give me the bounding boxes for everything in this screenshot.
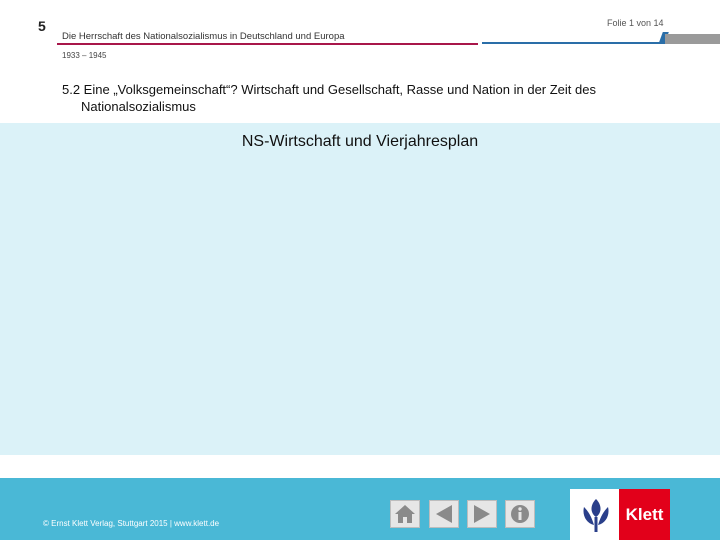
chapter-title-bar: Die Herrschaft des Nationalsozialismus i…: [57, 26, 478, 45]
section-heading-line-2: Nationalsozialismus: [81, 99, 196, 114]
home-button[interactable]: [390, 500, 420, 528]
klett-logo-box: Klett: [619, 489, 670, 540]
klett-logo-text: Klett: [625, 505, 664, 524]
chapter-title: Die Herrschaft des Nationalsozialismus i…: [62, 31, 345, 42]
header-blue-line: [482, 32, 665, 44]
content-area: NS-Wirtschaft und Vierjahresplan: [0, 123, 720, 455]
section-heading-line-1: 5.2 Eine „Volksgemeinschaft“? Wirtschaft…: [62, 82, 596, 97]
next-button[interactable]: [467, 500, 497, 528]
chapter-number: 5: [38, 18, 46, 34]
header-grey-bar: [665, 34, 720, 44]
section-heading: 5.2 Eine „Volksgemeinschaft“? Wirtschaft…: [62, 81, 702, 115]
copyright-text: © Ernst Klett Verlag, Stuttgart 2015 | w…: [43, 519, 220, 528]
klett-logo-mark-icon: [583, 499, 609, 532]
previous-button[interactable]: [429, 500, 459, 528]
next-icon: [474, 505, 490, 523]
info-icon: [511, 505, 529, 523]
klett-logo: Klett: [570, 489, 670, 540]
slide-counter: Folie 1 von 14: [607, 18, 664, 28]
chapter-years: 1933 – 1945: [62, 51, 107, 60]
previous-icon: [436, 505, 452, 523]
info-button[interactable]: [505, 500, 535, 528]
home-icon: [395, 505, 415, 523]
content-title: NS-Wirtschaft und Vierjahresplan: [241, 133, 479, 150]
